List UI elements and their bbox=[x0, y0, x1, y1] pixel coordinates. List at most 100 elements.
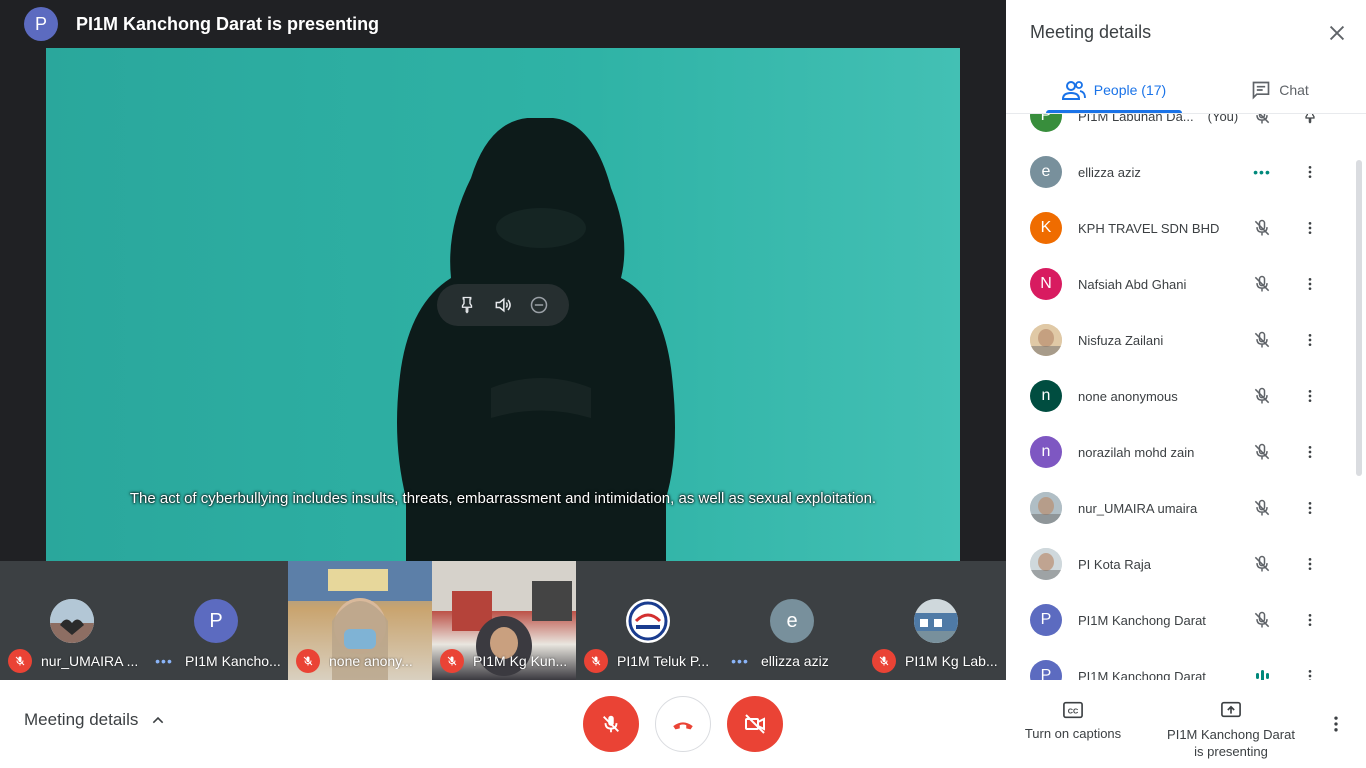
participant-video-tile[interactable]: none anony... bbox=[288, 561, 432, 680]
participant-row[interactable]: e ellizza aziz ••• bbox=[1006, 144, 1356, 200]
pin-icon[interactable] bbox=[457, 295, 477, 315]
muted-mic-icon bbox=[296, 649, 320, 673]
more-options-icon[interactable] bbox=[1302, 272, 1318, 296]
participant-name-text: KPH TRAVEL SDN BHD bbox=[1078, 220, 1220, 236]
participant-video-tile[interactable]: PI1M Kg Kun... bbox=[432, 561, 576, 680]
tab-people[interactable]: People (17) bbox=[1034, 68, 1194, 112]
remove-icon[interactable] bbox=[529, 295, 549, 315]
participant-name-text: PI1M Kanchong Darat bbox=[1078, 668, 1206, 681]
tile-hover-controls bbox=[437, 284, 569, 326]
tab-chat[interactable]: Chat bbox=[1220, 68, 1340, 112]
participant-avatar: n bbox=[1030, 436, 1062, 468]
participant-row[interactable]: n none anonymous bbox=[1006, 368, 1356, 424]
more-options-icon[interactable] bbox=[1326, 714, 1346, 739]
participant-name-text: nur_UMAIRA umaira bbox=[1078, 500, 1198, 516]
participant-tile[interactable]: nur_UMAIRA ... bbox=[0, 561, 144, 680]
meeting-details-button[interactable]: Meeting details bbox=[24, 710, 166, 730]
presenting-label-line2: is presenting bbox=[1194, 744, 1268, 759]
participant-name: none anony... bbox=[329, 653, 413, 669]
muted-mic-icon bbox=[440, 649, 464, 673]
volume-icon[interactable] bbox=[493, 295, 513, 315]
more-options-icon[interactable] bbox=[1302, 608, 1318, 632]
more-options-icon[interactable] bbox=[1302, 496, 1318, 520]
participant-avatar: K bbox=[1030, 212, 1062, 244]
participant-avatar: P bbox=[194, 599, 238, 643]
presenter-title: PI1M Kanchong Darat is presenting bbox=[76, 13, 380, 34]
more-options-icon[interactable] bbox=[1302, 328, 1318, 352]
participant-tile[interactable]: P ••• PI1M Kancho... bbox=[144, 561, 288, 680]
participant-name-text: PI1M Kanchong Darat bbox=[1078, 612, 1206, 628]
muted-mic-icon bbox=[1250, 272, 1274, 296]
participant-name: nur_UMAIRA ... bbox=[41, 653, 139, 669]
participant-row[interactable]: N Nafsiah Abd Ghani bbox=[1006, 256, 1356, 312]
participant-name-text: Nisfuza Zailani bbox=[1078, 332, 1164, 348]
participant-name: Nisfuza Zailani bbox=[1078, 333, 1163, 348]
presenting-status-button[interactable]: PI1M Kanchong Darat is presenting bbox=[1160, 700, 1302, 760]
presenting-label-line1: PI1M Kanchong Darat bbox=[1167, 727, 1295, 742]
participant-avatar: P bbox=[1030, 604, 1062, 636]
participant-name-text: Nafsiah Abd Ghani bbox=[1078, 276, 1187, 292]
participant-name: PI Kota Raja bbox=[1078, 557, 1151, 572]
more-options-icon[interactable] bbox=[1302, 216, 1318, 240]
chevron-up-icon bbox=[153, 716, 164, 724]
participant-avatar: e bbox=[1030, 156, 1062, 188]
participant-name: KPH TRAVEL SDN BHD bbox=[1078, 221, 1219, 236]
speaking-indicator-icon: ••• bbox=[1253, 164, 1271, 180]
participant-name: Nafsiah Abd Ghani bbox=[1078, 277, 1186, 292]
present-screen-icon bbox=[1221, 701, 1241, 718]
muted-mic-icon bbox=[8, 649, 32, 673]
participant-row[interactable]: nur_UMAIRA umaira bbox=[1006, 480, 1356, 536]
participant-name: PI1M Kanchong Darat bbox=[1078, 669, 1206, 681]
more-options-icon[interactable] bbox=[1302, 440, 1318, 464]
participant-name: PI1M Kancho... bbox=[185, 653, 281, 669]
more-options-icon[interactable] bbox=[1302, 552, 1318, 576]
tab-people-label: People (17) bbox=[1093, 82, 1167, 98]
closed-captions-icon: CC bbox=[1063, 701, 1083, 719]
participant-row[interactable]: P PI1M Labuhan Da... (You) bbox=[1006, 114, 1356, 144]
presentation-stage: P PI1M Kanchong Darat is presenting The … bbox=[0, 0, 1006, 680]
participant-name: PI1M Teluk P... bbox=[617, 653, 710, 669]
microphone-toggle-button[interactable] bbox=[583, 696, 639, 752]
leave-call-button[interactable] bbox=[655, 696, 711, 752]
participant-row[interactable]: P PI1M Kanchong Darat bbox=[1006, 592, 1356, 648]
participant-avatar: P bbox=[1030, 114, 1062, 132]
participant-avatar bbox=[1030, 492, 1062, 524]
participant-row[interactable]: Nisfuza Zailani bbox=[1006, 312, 1356, 368]
people-icon bbox=[1061, 81, 1086, 100]
participant-row[interactable]: K KPH TRAVEL SDN BHD bbox=[1006, 200, 1356, 256]
participant-row[interactable]: n norazilah mohd zain bbox=[1006, 424, 1356, 480]
camera-toggle-button[interactable] bbox=[727, 696, 783, 752]
participant-row[interactable]: PI Kota Raja bbox=[1006, 536, 1356, 592]
participant-filmstrip: nur_UMAIRA ... P ••• PI1M Kancho... none … bbox=[0, 561, 1006, 680]
participant-name-text: none anonymous bbox=[1078, 388, 1178, 404]
participant-name: norazilah mohd zain bbox=[1078, 445, 1194, 460]
participant-name-text: norazilah mohd zain bbox=[1078, 444, 1195, 460]
participant-tile[interactable]: e ••• ellizza aziz bbox=[720, 561, 864, 680]
chat-icon bbox=[1252, 81, 1270, 100]
muted-mic-icon bbox=[1250, 608, 1274, 632]
pin-icon[interactable] bbox=[1302, 114, 1318, 128]
panel-title: Meeting details bbox=[1030, 22, 1152, 42]
people-list[interactable]: P PI1M Labuhan Da... (You) e ellizza aziz •••… bbox=[1006, 114, 1366, 680]
participant-avatar: P bbox=[1030, 660, 1062, 680]
participant-avatar bbox=[50, 599, 94, 643]
meeting-details-label: Meeting details bbox=[24, 710, 139, 729]
speaking-indicator-icon: ••• bbox=[731, 653, 749, 669]
captions-button[interactable]: CC Turn on captions bbox=[1016, 700, 1130, 741]
participant-avatar: e bbox=[770, 599, 814, 643]
more-options-icon[interactable] bbox=[1302, 664, 1318, 680]
participant-tile[interactable]: PI1M Teluk P... bbox=[576, 561, 720, 680]
participant-name: ellizza aziz bbox=[761, 653, 829, 669]
participant-name: PI1M Kg Kun... bbox=[473, 653, 568, 669]
participant-name: PI1M Labuhan Da... (You) bbox=[1078, 114, 1238, 124]
more-options-icon[interactable] bbox=[1302, 160, 1318, 184]
tab-chat-label: Chat bbox=[1279, 82, 1309, 98]
close-icon[interactable] bbox=[1326, 22, 1348, 49]
participant-tile[interactable]: PI1M Kg Lab... bbox=[864, 561, 1006, 680]
muted-mic-icon bbox=[1250, 114, 1274, 128]
people-list-scrollbar[interactable] bbox=[1356, 160, 1362, 476]
more-options-icon[interactable] bbox=[1302, 384, 1318, 408]
svg-text:CC: CC bbox=[1068, 707, 1079, 716]
participant-row[interactable]: P PI1M Kanchong Darat bbox=[1006, 648, 1356, 680]
muted-mic-icon bbox=[1250, 328, 1274, 352]
